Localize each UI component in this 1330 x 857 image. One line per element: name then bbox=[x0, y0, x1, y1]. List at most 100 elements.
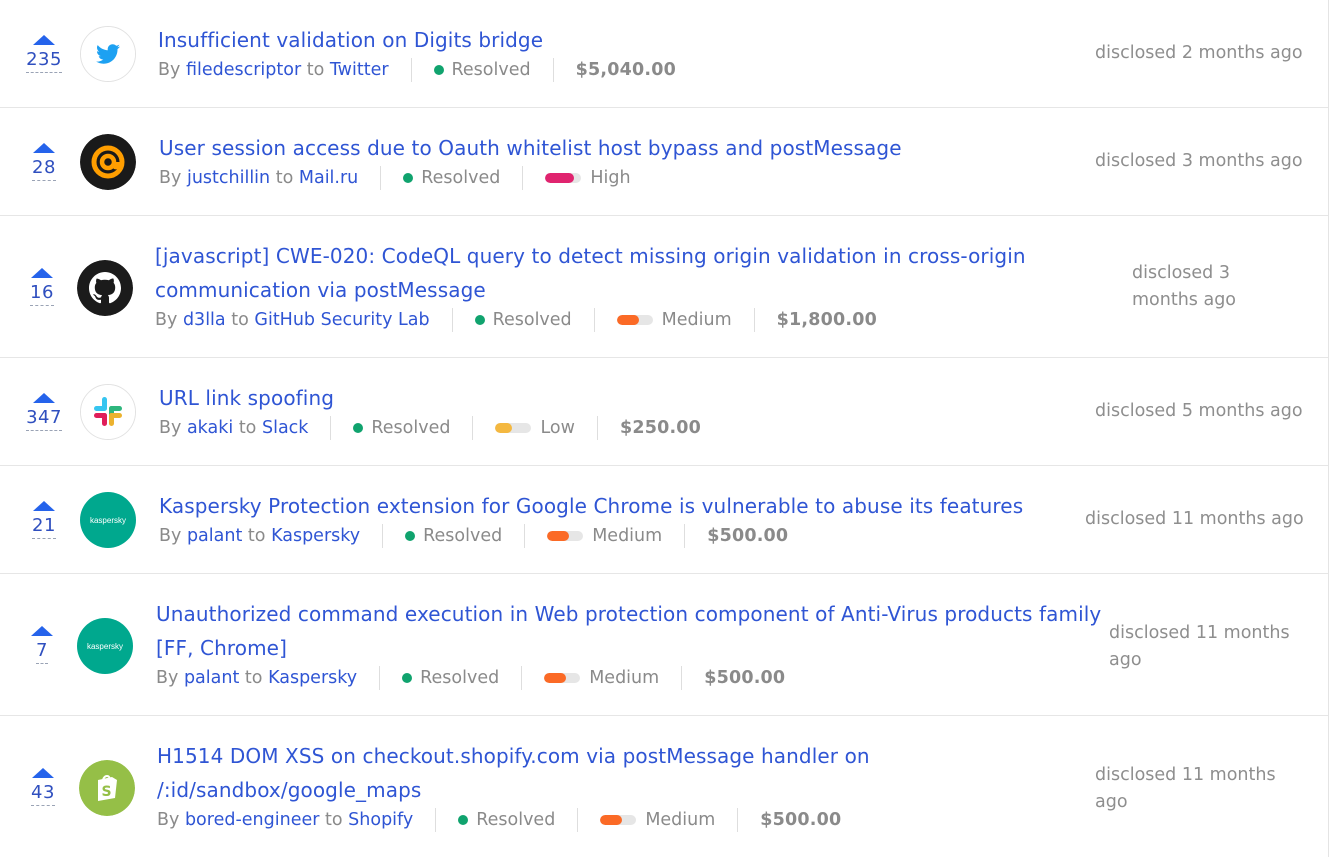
reporter-link[interactable]: palant bbox=[187, 526, 242, 546]
vote-count: 7 bbox=[36, 640, 48, 664]
resolved-status-icon bbox=[403, 173, 414, 183]
severity-bar-icon bbox=[544, 673, 581, 683]
report-title[interactable]: Insufficient validation on Digits bridge bbox=[158, 23, 676, 57]
upvote[interactable]: 7 bbox=[24, 626, 60, 664]
program-logo[interactable]: kaspersky bbox=[80, 492, 136, 548]
report-row: 7 kaspersky Unauthorized command executi… bbox=[0, 574, 1328, 716]
report-row: 16 [javascript] CWE-020: CodeQL query to… bbox=[0, 216, 1328, 358]
shopify-icon: S bbox=[79, 760, 135, 816]
vote-count: 16 bbox=[30, 282, 54, 306]
status-label: Resolved bbox=[476, 810, 556, 830]
report-row: 43 S H1514 DOM XSS on checkout.shopify.c… bbox=[0, 716, 1328, 857]
kaspersky-icon: kaspersky bbox=[86, 641, 123, 651]
bounty-amount: $250.00 bbox=[619, 418, 702, 438]
resolved-status-icon bbox=[353, 423, 364, 433]
slack-icon bbox=[81, 385, 135, 439]
mailru-icon bbox=[80, 134, 136, 190]
upvote[interactable]: 28 bbox=[26, 143, 62, 181]
report-row: 235 Insufficient validation on Digits br… bbox=[0, 0, 1328, 108]
program-link[interactable]: Twitter bbox=[330, 60, 389, 80]
upvote-arrow-icon[interactable] bbox=[31, 268, 53, 278]
upvote-arrow-icon[interactable] bbox=[32, 768, 54, 778]
upvote-arrow-icon[interactable] bbox=[33, 35, 55, 45]
divider bbox=[472, 416, 474, 440]
status-label: Resolved bbox=[492, 310, 572, 330]
program-logo[interactable]: kaspersky bbox=[77, 618, 133, 674]
vote-count: 21 bbox=[32, 515, 56, 539]
upvote-arrow-icon[interactable] bbox=[33, 501, 55, 511]
upvote-arrow-icon[interactable] bbox=[31, 626, 53, 636]
severity-label: Low bbox=[540, 418, 575, 438]
report-content: Unauthorized command execution in Web pr… bbox=[156, 597, 1101, 691]
vote-count: 43 bbox=[31, 782, 55, 806]
reporter-link[interactable]: bored-engineer bbox=[185, 810, 319, 830]
program-link[interactable]: Slack bbox=[262, 418, 308, 438]
program-link[interactable]: Mail.ru bbox=[299, 168, 358, 188]
report-meta: By bored-engineer to Shopify Resolved Me… bbox=[157, 808, 842, 832]
upvote[interactable]: 235 bbox=[26, 35, 62, 73]
report-meta: By filedescriptor to Twitter Resolved $5… bbox=[158, 58, 676, 82]
reporter-link[interactable]: filedescriptor bbox=[186, 60, 301, 80]
reporter-link[interactable]: justchillin bbox=[187, 168, 270, 188]
severity-bar-icon bbox=[616, 315, 653, 325]
report-title[interactable]: [javascript] CWE-020: CodeQL query to de… bbox=[155, 239, 1026, 307]
resolved-status-icon bbox=[433, 65, 444, 75]
reporter-link[interactable]: palant bbox=[184, 668, 239, 688]
upvote[interactable]: 347 bbox=[26, 393, 62, 431]
vote-count: 235 bbox=[26, 49, 62, 73]
severity-label: Medium bbox=[589, 668, 660, 688]
program-link[interactable]: Kaspersky bbox=[268, 668, 357, 688]
severity-label: Medium bbox=[645, 810, 716, 830]
upvote[interactable]: 16 bbox=[24, 268, 60, 306]
report-row: 21 kaspersky Kaspersky Protection extens… bbox=[0, 466, 1328, 574]
report-title[interactable]: Kaspersky Protection extension for Googl… bbox=[159, 489, 1023, 523]
status-label: Resolved bbox=[371, 418, 451, 438]
status-label: Resolved bbox=[421, 168, 501, 188]
bounty-amount: $500.00 bbox=[707, 526, 789, 546]
status-label: Resolved bbox=[423, 526, 503, 546]
upvote[interactable]: 21 bbox=[26, 501, 62, 539]
report-title[interactable]: Unauthorized command execution in Web pr… bbox=[156, 597, 1101, 665]
program-link[interactable]: GitHub Security Lab bbox=[254, 310, 429, 330]
divider bbox=[593, 308, 595, 332]
program-link[interactable]: Shopify bbox=[348, 810, 413, 830]
disclosed-time: disclosed 5 months ago bbox=[1095, 401, 1303, 421]
disclosed-time: disclosed 11 months ago bbox=[1095, 765, 1276, 812]
severity-label: High bbox=[590, 168, 631, 188]
program-logo[interactable] bbox=[80, 26, 136, 82]
severity-label: Medium bbox=[661, 310, 732, 330]
reporter-link[interactable]: akaki bbox=[187, 418, 233, 438]
program-logo[interactable] bbox=[77, 260, 133, 316]
severity-bar-icon bbox=[495, 423, 532, 433]
report-meta: By akaki to Slack Resolved Low $250.00 bbox=[159, 416, 702, 440]
report-content: H1514 DOM XSS on checkout.shopify.com vi… bbox=[157, 739, 870, 833]
divider bbox=[552, 58, 554, 82]
program-logo[interactable]: S bbox=[79, 760, 135, 816]
bounty-amount: $500.00 bbox=[704, 668, 786, 688]
upvote-arrow-icon[interactable] bbox=[33, 143, 55, 153]
divider bbox=[410, 58, 412, 82]
report-title[interactable]: User session access due to Oauth whiteli… bbox=[159, 131, 902, 165]
twitter-icon bbox=[81, 27, 135, 81]
resolved-status-icon bbox=[402, 673, 413, 683]
reporter-link[interactable]: d3lla bbox=[183, 310, 226, 330]
resolved-status-icon bbox=[405, 531, 416, 541]
upvote-arrow-icon[interactable] bbox=[33, 393, 55, 403]
disclosed-time: disclosed 3 months ago bbox=[1095, 151, 1303, 171]
upvote[interactable]: 43 bbox=[25, 768, 61, 806]
report-title[interactable]: URL link spoofing bbox=[159, 381, 701, 415]
report-meta: By palant to Kaspersky Resolved Medium $… bbox=[159, 524, 789, 548]
divider bbox=[753, 308, 755, 332]
report-title[interactable]: H1514 DOM XSS on checkout.shopify.com vi… bbox=[157, 739, 870, 807]
program-link[interactable]: Kaspersky bbox=[271, 526, 360, 546]
divider bbox=[524, 524, 526, 548]
report-meta: By d3lla to GitHub Security Lab Resolved… bbox=[155, 308, 877, 332]
severity-label: Medium bbox=[592, 526, 663, 546]
program-logo[interactable] bbox=[80, 134, 136, 190]
disclosed-time: disclosed 3 months ago bbox=[1132, 263, 1237, 310]
severity-bar-icon bbox=[600, 815, 637, 825]
report-list: 235 Insufficient validation on Digits br… bbox=[0, 0, 1329, 857]
bounty-amount: $500.00 bbox=[760, 810, 842, 830]
status-label: Resolved bbox=[451, 60, 531, 80]
program-logo[interactable] bbox=[80, 384, 136, 440]
